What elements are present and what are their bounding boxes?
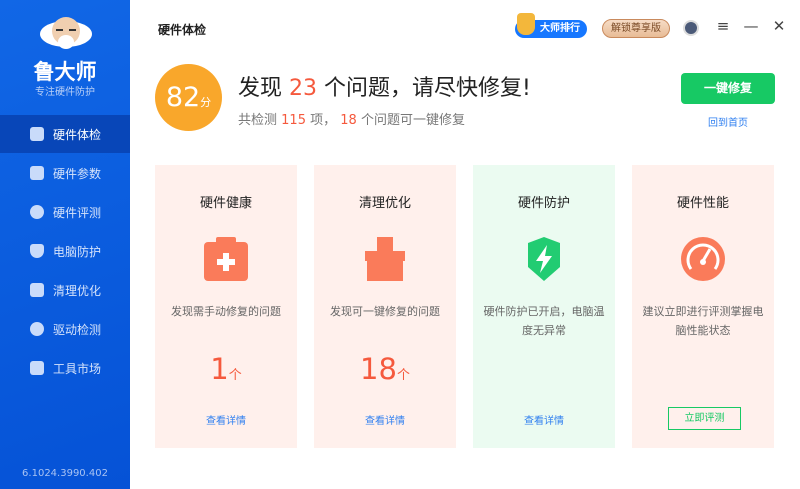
toolbox-icon	[30, 361, 44, 375]
main-panel: 硬件体检 大师排行 解锁尊享版 ≡ — ✕ 82分 发现 23 个问题，请尽快修…	[130, 0, 800, 489]
card-desc: 建议立即进行评测掌握电脑性能状态	[642, 305, 764, 337]
sidebar-item-tools[interactable]: 工具市场	[0, 349, 130, 387]
card-desc: 硬件防护已开启，电脑温度无异常	[483, 305, 605, 337]
card-desc: 发现可一键修复的问题	[330, 305, 440, 318]
close-icon[interactable]: ✕	[769, 17, 789, 39]
brand-name: 鲁大师	[33, 60, 97, 84]
checked-count: 115	[281, 113, 306, 128]
card-count: 1个	[155, 352, 297, 386]
score-unit: 分	[200, 96, 212, 109]
sub-pre: 共检测	[238, 113, 278, 128]
sub-post: 个问题可一键修复	[360, 113, 465, 128]
view-details-link[interactable]: 查看详情	[473, 412, 615, 427]
card-desc: 发现需手动修复的问题	[171, 305, 281, 318]
version-label: 6.1024.3990.402	[22, 468, 108, 479]
sidebar-item-protection[interactable]: 电脑防护	[0, 232, 130, 270]
card-hardware-health: 硬件健康 发现需手动修复的问题 1个 查看详情	[155, 165, 297, 448]
count-unit: 个	[228, 368, 242, 383]
card-title: 硬件性能	[676, 196, 729, 211]
rank-button[interactable]: 大师排行	[515, 13, 587, 38]
sub-mid: 项，	[310, 113, 337, 128]
broom-icon	[30, 283, 44, 297]
master-lu-logo	[40, 17, 92, 49]
view-details-link[interactable]: 查看详情	[155, 412, 297, 427]
headline: 发现 23 个问题，请尽快修复!	[238, 70, 531, 102]
back-home-link[interactable]: 回到首页	[681, 114, 775, 129]
sidebar: 鲁大师 专注硬件防护 硬件体检 硬件参数 硬件评测 电脑防护 清理优化 驱动检测…	[0, 0, 130, 489]
sidebar-item-cleanup[interactable]: 清理优化	[0, 271, 130, 309]
rank-label: 大师排行	[540, 23, 580, 34]
sidebar-item-label: 硬件参数	[53, 166, 102, 181]
headline-post: 个问题，请尽快修复!	[324, 76, 531, 101]
speedometer-icon	[681, 237, 725, 281]
broom-icon	[365, 237, 405, 281]
sidebar-item-label: 硬件体检	[53, 127, 102, 142]
score-badge: 82分	[155, 64, 222, 131]
card-title: 清理优化	[358, 196, 411, 211]
one-click-fix-button[interactable]: 一键修复	[681, 73, 775, 104]
count-unit: 个	[396, 368, 410, 383]
sidebar-item-label: 工具市场	[53, 361, 102, 376]
medical-clipboard-icon	[204, 237, 248, 281]
page-title: 硬件体检	[158, 23, 207, 37]
sidebar-item-benchmark[interactable]: 硬件评测	[0, 193, 130, 231]
count-value: 18	[360, 352, 397, 386]
shield-icon	[30, 244, 44, 258]
sidebar-item-label: 驱动检测	[53, 322, 102, 337]
card-hardware-protection: 硬件防护 硬件防护已开启，电脑温度无异常 查看详情	[473, 165, 615, 448]
brand-slogan: 专注硬件防护	[35, 87, 95, 98]
sidebar-item-label: 电脑防护	[53, 244, 102, 259]
headline-pre: 发现	[238, 76, 283, 101]
sidebar-item-label: 硬件评测	[53, 205, 102, 220]
sidebar-item-driver[interactable]: 驱动检测	[0, 310, 130, 348]
monitor-icon	[30, 127, 44, 141]
view-details-link[interactable]: 查看详情	[314, 412, 456, 427]
card-title: 硬件健康	[199, 196, 252, 211]
score-value: 82	[165, 82, 201, 113]
gauge-icon	[30, 205, 44, 219]
count-value: 1	[210, 352, 229, 386]
avatar[interactable]	[683, 20, 699, 36]
shield-bolt-icon	[528, 237, 560, 281]
card-cleanup: 清理优化 发现可一键修复的问题 18个 查看详情	[314, 165, 456, 448]
trophy-icon	[517, 13, 535, 35]
minimize-icon[interactable]: —	[741, 17, 761, 39]
issue-count: 23	[289, 76, 318, 101]
gear-icon	[30, 322, 44, 336]
fixable-count: 18	[340, 113, 357, 128]
benchmark-now-button[interactable]: 立即评测	[668, 407, 741, 430]
sidebar-item-label: 清理优化	[53, 283, 102, 298]
card-hardware-performance: 硬件性能 建议立即进行评测掌握电脑性能状态 立即评测	[632, 165, 774, 448]
menu-icon[interactable]: ≡	[713, 17, 733, 39]
summary-subtitle: 共检测 115 项， 18 个问题可一键修复	[238, 109, 465, 128]
card-title: 硬件防护	[517, 196, 570, 211]
unlock-vip-button[interactable]: 解锁尊享版	[602, 19, 670, 38]
sidebar-item-hardware-params[interactable]: 硬件参数	[0, 154, 130, 192]
card-count: 18个	[314, 352, 456, 386]
list-icon	[30, 166, 44, 180]
sidebar-item-hardware-check[interactable]: 硬件体检	[0, 115, 130, 153]
